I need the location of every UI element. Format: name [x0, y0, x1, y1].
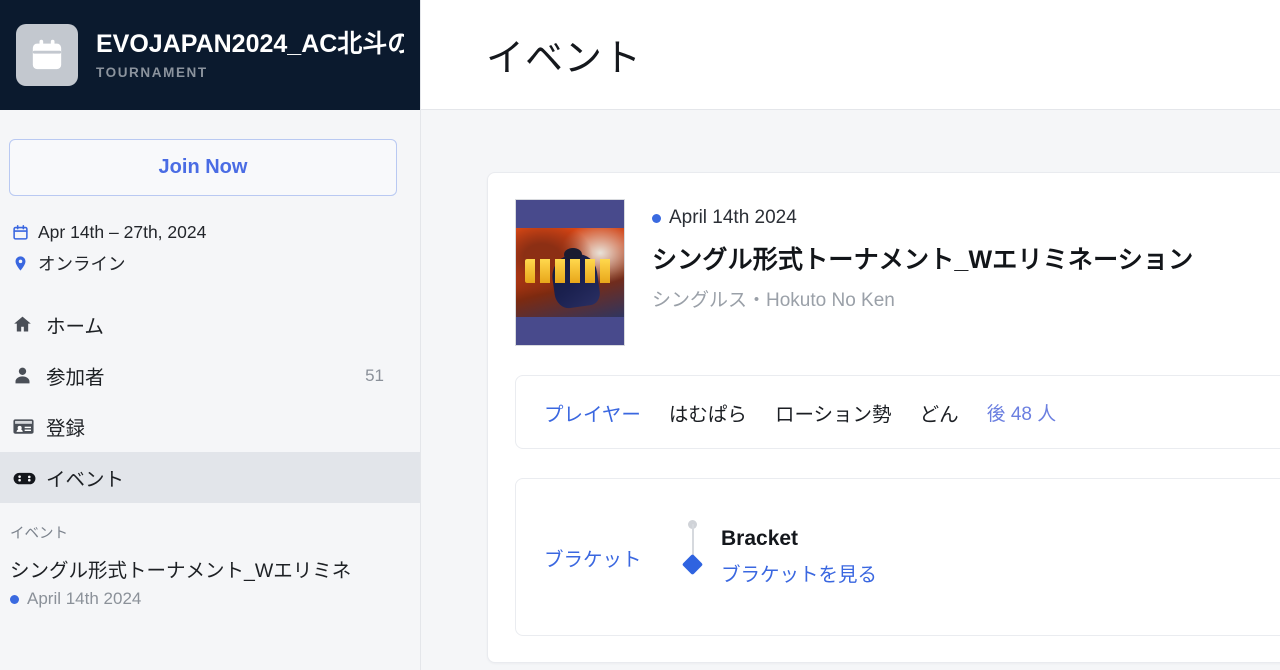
bracket-view-link[interactable]: ブラケットを見る	[721, 558, 877, 587]
bracket-title: Bracket	[721, 527, 799, 550]
info-row-location: オンライン	[12, 248, 420, 279]
event-card: April 14th 2024 シングル形式トーナメント_Wエリミネーション シ…	[487, 172, 1280, 663]
thumbnail-band-top	[516, 200, 624, 228]
location-pin-icon	[12, 255, 38, 272]
sidebar-item-label: ホーム	[46, 316, 104, 338]
tournament-dates: Apr 14th – 27th, 2024	[38, 222, 207, 242]
tournament-header[interactable]: EVOJAPAN2024_AC北斗の TOURNAMENT	[0, 0, 420, 110]
content-area: April 14th 2024 シングル形式トーナメント_Wエリミネーション シ…	[421, 110, 1280, 663]
page-header: イベント	[421, 0, 1280, 110]
tournament-subtitle: TOURNAMENT	[96, 65, 208, 81]
event-date: April 14th 2024	[669, 207, 797, 228]
sidebar-event-date-row: April 14th 2024	[10, 589, 420, 609]
players-panel: プレイヤー はむぱら ローション勢 どん 後 48 人	[515, 375, 1280, 449]
join-button-wrap: Join Now	[0, 110, 420, 196]
event-date-row: April 14th 2024	[652, 207, 1193, 229]
bracket-panel: ブラケット Bracket ブラケットを見る	[515, 478, 1280, 636]
sidebar-event-date: April 14th 2024	[27, 589, 142, 608]
bracket-label[interactable]: ブラケット	[544, 543, 676, 572]
sidebar-event-name[interactable]: シングル形式トーナメント_Wエリミネ	[10, 554, 420, 583]
thumbnail-artwork	[516, 228, 624, 317]
status-dot-icon	[10, 594, 19, 604]
home-icon	[12, 314, 46, 335]
thumbnail-band-bottom	[516, 317, 624, 345]
timeline-diamond-icon	[681, 553, 704, 576]
sidebar-item-home[interactable]: ホーム	[0, 299, 420, 350]
status-dot-icon	[652, 213, 661, 223]
event-header: April 14th 2024 シングル形式トーナメント_Wエリミネーション シ…	[515, 199, 1280, 346]
join-now-button[interactable]: Join Now	[9, 139, 397, 196]
sidebar-section-title: イベント	[10, 526, 68, 542]
sidebar-nav: ホーム 参加者 51 登録 イベント	[0, 299, 420, 503]
app-root: EVOJAPAN2024_AC北斗の TOURNAMENT Join Now A…	[0, 0, 1280, 670]
gamepad-icon	[12, 465, 46, 490]
calendar-icon	[12, 224, 38, 241]
sidebar-item-participants[interactable]: 参加者 51	[0, 350, 420, 401]
id-card-icon	[12, 415, 46, 438]
sidebar-events-section: イベント シングル形式トーナメント_Wエリミネ April 14th 2024	[0, 503, 420, 609]
calendar-icon	[30, 38, 64, 72]
players-label[interactable]: プレイヤー	[544, 398, 641, 427]
thumbnail-logo-text	[524, 259, 616, 283]
event-thumbnail[interactable]	[515, 199, 625, 346]
sidebar-item-label: イベント	[46, 469, 125, 491]
tournament-info-list: Apr 14th – 27th, 2024 オンライン	[12, 217, 420, 279]
player-name[interactable]: どん	[920, 398, 959, 427]
main-content: イベント April 14th 2024 シングル形式トーナメント_Wエリミネー…	[421, 0, 1280, 670]
players-more-link[interactable]: 後 48 人	[987, 399, 1057, 426]
tournament-logo	[16, 24, 78, 86]
page-title: イベント	[486, 38, 643, 80]
tournament-meta: EVOJAPAN2024_AC北斗の TOURNAMENT	[96, 30, 404, 81]
event-header-text: April 14th 2024 シングル形式トーナメント_Wエリミネーション シ…	[652, 199, 1193, 346]
player-name[interactable]: はむぱら	[669, 398, 747, 427]
player-name[interactable]: ローション勢	[775, 398, 892, 427]
sidebar-item-events[interactable]: イベント	[0, 452, 420, 503]
sidebar-item-label: 参加者	[46, 367, 105, 389]
sidebar-item-label: 登録	[46, 418, 86, 440]
event-subtitle: シングルス・Hokuto No Ken	[652, 290, 895, 311]
bracket-text: Bracket ブラケットを見る	[721, 527, 877, 587]
sidebar-item-count: 51	[365, 365, 384, 385]
event-name: シングル形式トーナメント_Wエリミネーション	[652, 246, 1194, 274]
tournament-location: オンライン	[38, 254, 126, 274]
person-icon	[12, 365, 46, 386]
tournament-title: EVOJAPAN2024_AC北斗の	[96, 29, 404, 58]
sidebar-item-registration[interactable]: 登録	[0, 401, 420, 452]
bracket-timeline	[676, 502, 710, 612]
sidebar: EVOJAPAN2024_AC北斗の TOURNAMENT Join Now A…	[0, 0, 421, 670]
info-row-dates: Apr 14th – 27th, 2024	[12, 217, 420, 248]
